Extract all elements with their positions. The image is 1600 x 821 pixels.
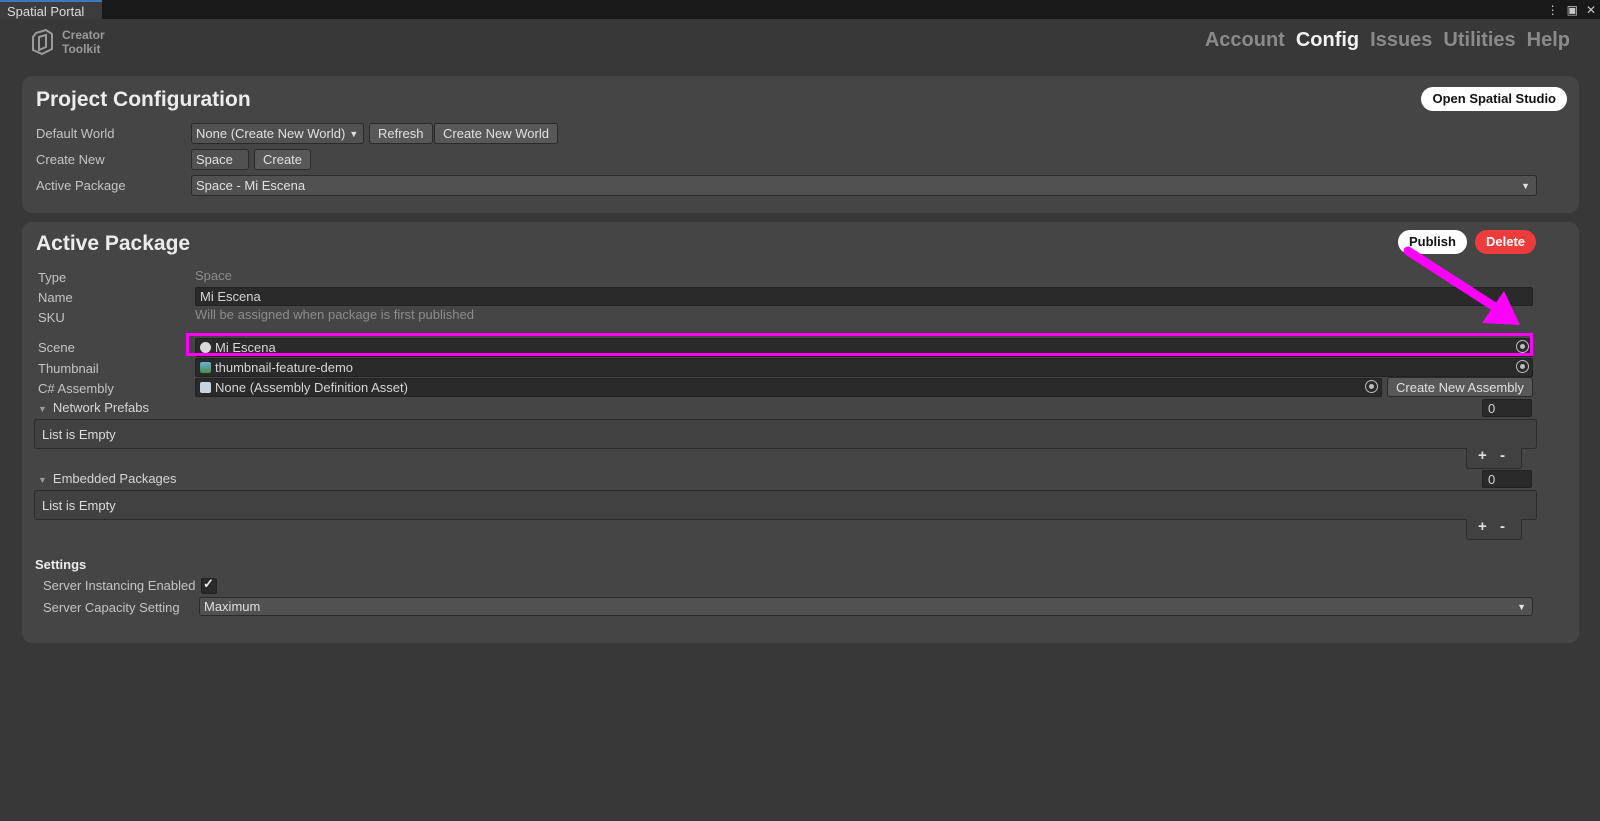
active-package-panel: Active Package Publish Delete Type Space…: [22, 222, 1579, 643]
list-empty-text: List is Empty: [42, 427, 116, 442]
nav-issues[interactable]: Issues: [1370, 29, 1432, 52]
embedded-packages-count[interactable]: 0: [1482, 470, 1532, 488]
create-new-type-dropdown[interactable]: Space▼: [191, 149, 249, 185]
dropdown-caret-icon: ▼: [349, 129, 359, 139]
project-configuration-panel: Project Configuration Open Spatial Studi…: [22, 76, 1579, 213]
window-controls: ⋮ ▣ ✕: [1547, 0, 1596, 19]
create-new-assembly-button[interactable]: Create New Assembly: [1387, 377, 1533, 397]
embedded-packages-foldout[interactable]: ▼ Embedded Packages: [38, 471, 177, 486]
spatial-logo-icon: [32, 29, 53, 55]
assembly-field[interactable]: None (Assembly Definition Asset): [195, 378, 1382, 397]
dropdown-caret-icon: ▼: [1517, 602, 1526, 612]
remove-item-button[interactable]: -: [1500, 518, 1505, 535]
name-input[interactable]: Mi Escena: [195, 287, 1533, 306]
window-tab-strip: Spatial Portal ⋮ ▣ ✕: [0, 0, 1600, 19]
create-new-label: Create New: [36, 152, 105, 167]
foldout-triangle-icon: ▼: [38, 475, 47, 485]
type-label: Type: [38, 270, 67, 285]
nav-account[interactable]: Account: [1205, 29, 1285, 52]
name-label: Name: [38, 290, 73, 305]
server-capacity-dropdown[interactable]: Maximum ▼: [199, 597, 1533, 616]
close-icon[interactable]: ✕: [1586, 3, 1596, 17]
creator-toolkit-logo: Creator Toolkit: [30, 28, 105, 56]
network-prefabs-foldout[interactable]: ▼ Network Prefabs: [38, 400, 149, 415]
sku-label: SKU: [38, 310, 65, 325]
more-options-icon[interactable]: ⋮: [1547, 3, 1559, 17]
server-capacity-label: Server Capacity Setting: [43, 600, 180, 615]
maximize-icon[interactable]: ▣: [1567, 3, 1578, 17]
embedded-packages-list: List is Empty: [34, 490, 1537, 520]
annotation-arrow-icon: [1403, 246, 1520, 325]
server-instancing-checkbox[interactable]: [201, 576, 217, 594]
highlight-box: [186, 333, 1533, 356]
nav-utilities[interactable]: Utilities: [1443, 29, 1515, 52]
embedded-packages-controls: + -: [1466, 518, 1522, 540]
scene-label: Scene: [38, 340, 75, 355]
foldout-triangle-icon: ▼: [38, 404, 47, 414]
add-item-button[interactable]: +: [1478, 447, 1487, 464]
thumbnail-label: Thumbnail: [38, 361, 99, 376]
logo-line-1: Creator: [62, 28, 105, 42]
window-tab[interactable]: Spatial Portal: [0, 0, 102, 19]
default-world-dropdown[interactable]: None (Create New World) ▼: [191, 123, 364, 144]
project-configuration-title: Project Configuration: [36, 88, 251, 111]
list-empty-text: List is Empty: [42, 498, 116, 513]
network-prefabs-count[interactable]: 0: [1482, 399, 1532, 417]
image-asset-icon: [200, 362, 211, 373]
active-package-title: Active Package: [36, 232, 191, 255]
default-world-label: Default World: [36, 126, 115, 141]
open-spatial-studio-button[interactable]: Open Spatial Studio: [1421, 87, 1567, 111]
object-picker-icon[interactable]: [1365, 380, 1378, 393]
nav-config[interactable]: Config: [1296, 29, 1359, 52]
network-prefabs-list: List is Empty: [34, 419, 1537, 449]
server-instancing-label: Server Instancing Enabled: [43, 578, 196, 593]
create-new-world-button[interactable]: Create New World: [434, 123, 558, 144]
active-package-dropdown[interactable]: Space - Mi Escena ▼: [191, 175, 1537, 196]
active-package-label: Active Package: [36, 178, 126, 193]
settings-title: Settings: [35, 557, 87, 572]
type-value: Space: [195, 268, 232, 283]
network-prefabs-controls: + -: [1466, 447, 1522, 469]
thumbnail-field[interactable]: thumbnail-feature-demo: [195, 358, 1533, 377]
create-button[interactable]: Create: [254, 149, 312, 170]
sku-value: Will be assigned when package is first p…: [195, 307, 474, 322]
add-item-button[interactable]: +: [1478, 518, 1487, 535]
assembly-label: C# Assembly: [38, 381, 114, 396]
assembly-asset-icon: [200, 382, 211, 393]
top-nav: Account Config Issues Utilities Help: [1205, 29, 1570, 52]
dropdown-caret-icon: ▼: [1521, 181, 1530, 191]
nav-help[interactable]: Help: [1527, 29, 1570, 52]
refresh-button[interactable]: Refresh: [369, 123, 433, 144]
object-picker-icon[interactable]: [1516, 360, 1529, 373]
remove-item-button[interactable]: -: [1500, 447, 1505, 464]
logo-line-2: Toolkit: [62, 42, 101, 56]
